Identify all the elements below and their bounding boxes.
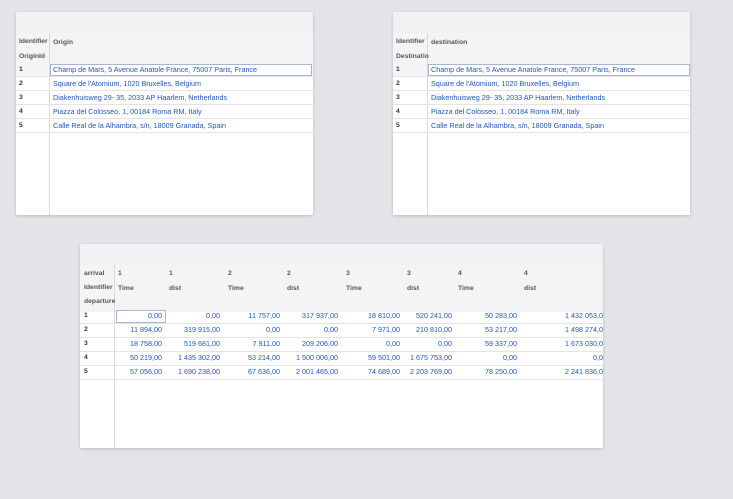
matrix-cell[interactable]: 2 203 769,00 [400,367,452,377]
identifier-label: Identifier [84,284,113,291]
matrix-cell[interactable]: 11 894,00 [114,325,162,335]
matrix-cell[interactable]: 519 681,00 [166,339,220,349]
origin-cell[interactable]: Champ de Mars, 5 Avenue Anatole France, … [53,65,257,75]
origin-column-header[interactable]: Origin [53,38,73,48]
matrix-cell[interactable]: 520 241,00 [400,311,452,321]
origin-cell[interactable]: Piazza del Colosseo, 1, 00184 Roma RM, I… [53,107,202,117]
arrival-id-header: 2 [287,270,291,277]
matrix-cell[interactable]: 50 283,00 [458,311,517,321]
origin-cell[interactable]: Diakenhuisweg 29- 35, 2033 AP Haarlem, N… [53,93,227,103]
matrix-cell[interactable]: 57 056,00 [114,367,162,377]
origin-panel: Identifier Origin OriginId 1 Champ de Ma… [16,12,313,215]
metric-header[interactable]: dist [407,284,419,294]
origin-panel-toolbar [16,12,313,33]
matrix-cell[interactable]: 1 690 238,00 [166,367,220,377]
arrival-id-header: 4 [458,270,462,277]
matrix-cell[interactable]: 59 337,00 [458,339,517,349]
matrix-cell[interactable]: 1 435 302,00 [166,353,220,363]
row-index: 2 [396,80,400,87]
metric-header[interactable]: Time [346,284,362,294]
metric-header[interactable]: Time [228,284,244,294]
destination-cell[interactable]: Champ de Mars, 5 Avenue Anatole France, … [431,65,635,75]
origin-cell[interactable]: Calle Real de la Alhambra, s/n, 18009 Gr… [53,121,226,131]
destination-cell[interactable]: Square de l'Atomium, 1020 Bruxelles, Bel… [431,79,579,89]
destination-panel: Identifier destination Destinatio 1 Cham… [393,12,690,215]
row-index: 4 [19,108,23,115]
row-index: 2 [19,80,23,87]
row-index: 5 [19,122,23,129]
destination-identifier-header: Identifier [396,38,425,45]
metric-header[interactable]: dist [524,284,536,294]
row-index: 4 [84,354,88,361]
matrix-panel-toolbar [80,244,603,265]
destination-cell[interactable]: Diakenhuisweg 29- 35, 2033 AP Haarlem, N… [431,93,605,103]
row-index: 2 [84,326,88,333]
matrix-cell[interactable]: 18 810,00 [344,311,400,321]
matrix-cell[interactable]: 67 636,00 [226,367,280,377]
matrix-cell[interactable]: 0,00 [344,339,400,349]
metric-header[interactable]: dist [287,284,299,294]
row-index: 3 [19,94,23,101]
origin-cell[interactable]: Square de l'Atomium, 1020 Bruxelles, Bel… [53,79,201,89]
matrix-cell[interactable]: 210 810,00 [400,325,452,335]
metric-header[interactable]: Time [118,284,134,294]
matrix-cell[interactable]: 0,00 [114,311,162,321]
matrix-panel: arrival Identifier departure 1 1 2 2 3 3… [80,244,603,448]
arrival-id-header: 1 [169,270,173,277]
matrix-cell[interactable]: 74 689,00 [344,367,400,377]
matrix-cell[interactable]: 18 758,00 [114,339,162,349]
origin-identifier-header: Identifier [19,38,48,45]
row-index: 1 [19,66,23,73]
matrix-cell[interactable]: 1 498 274,0 [543,325,603,335]
row-index: 3 [396,94,400,101]
matrix-cell[interactable]: 0,00 [166,311,220,321]
row-index: 5 [396,122,400,129]
destination-column-header[interactable]: destination [431,38,467,48]
arrival-id-header: 2 [228,270,232,277]
matrix-cell[interactable]: 7 911,00 [226,339,280,349]
matrix-cell[interactable]: 0,00 [280,325,338,335]
origin-id-subheader: OriginId [19,53,46,60]
matrix-cell[interactable]: 1 673 030,0 [543,339,603,349]
matrix-cell[interactable]: 11 757,00 [226,311,280,321]
matrix-cell[interactable]: 0,00 [458,353,517,363]
matrix-cell[interactable]: 0,00 [226,325,280,335]
destination-cell[interactable]: Piazza del Colosseo, 1, 00184 Roma RM, I… [431,107,580,117]
arrival-id-header: 3 [407,270,411,277]
matrix-cell[interactable]: 1 432 053,0 [543,311,603,321]
matrix-cell[interactable]: 7 971,00 [344,325,400,335]
row-index: 3 [84,340,88,347]
matrix-cell[interactable]: 317 937,00 [280,311,338,321]
arrival-id-header: 1 [118,270,122,277]
matrix-cell[interactable]: 1 500 006,00 [280,353,338,363]
destination-id-subheader: Destinatio [396,53,429,60]
matrix-cell[interactable]: 59 501,00 [344,353,400,363]
matrix-cell[interactable]: 2 241 836,0 [543,367,603,377]
matrix-cell[interactable]: 78 250,00 [458,367,517,377]
matrix-cell[interactable]: 53 214,00 [226,353,280,363]
matrix-cell[interactable]: 0,00 [400,339,452,349]
destination-panel-toolbar [393,12,690,33]
arrival-label: arrival [84,270,105,277]
matrix-cell[interactable]: 50 219,00 [114,353,162,363]
matrix-cell[interactable]: 2 001 465,00 [280,367,338,377]
row-index: 1 [396,66,400,73]
row-index: 5 [84,368,88,375]
metric-header[interactable]: Time [458,284,474,294]
row-index: 1 [84,312,88,319]
row-index: 4 [396,108,400,115]
departure-label: departure [84,298,116,305]
arrival-id-header: 4 [524,270,528,277]
destination-cell[interactable]: Calle Real de la Alhambra, s/n, 18009 Gr… [431,121,604,131]
matrix-cell[interactable]: 319 915,00 [166,325,220,335]
matrix-cell[interactable]: 0,0 [543,353,603,363]
metric-header[interactable]: dist [169,284,181,294]
matrix-cell[interactable]: 209 206,00 [280,339,338,349]
matrix-cell[interactable]: 53 217,00 [458,325,517,335]
arrival-id-header: 3 [346,270,350,277]
matrix-cell[interactable]: 1 675 753,00 [400,353,452,363]
